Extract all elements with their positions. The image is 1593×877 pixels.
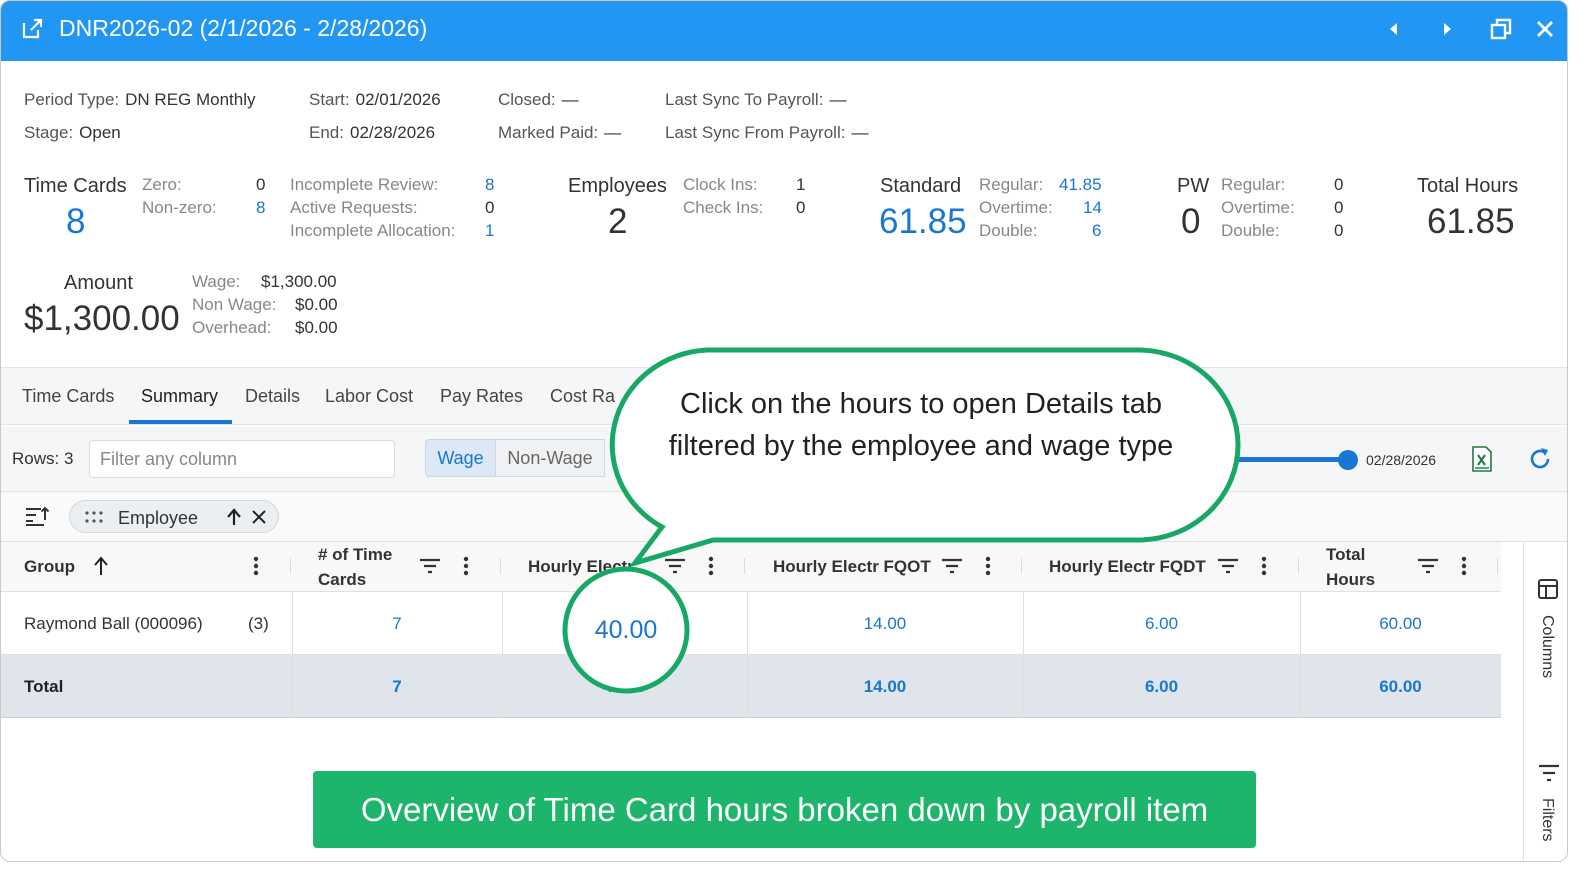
highlighted-hours-value[interactable]: 40.00 xyxy=(563,616,689,645)
callout-text: Click on the hours to open Details tab f… xyxy=(668,388,1174,462)
caption-banner: Overview of Time Card hours broken down … xyxy=(313,771,1256,848)
period-window: DNR2026-02 (2/1/2026 - 2/28/2026) Period… xyxy=(0,0,1568,862)
